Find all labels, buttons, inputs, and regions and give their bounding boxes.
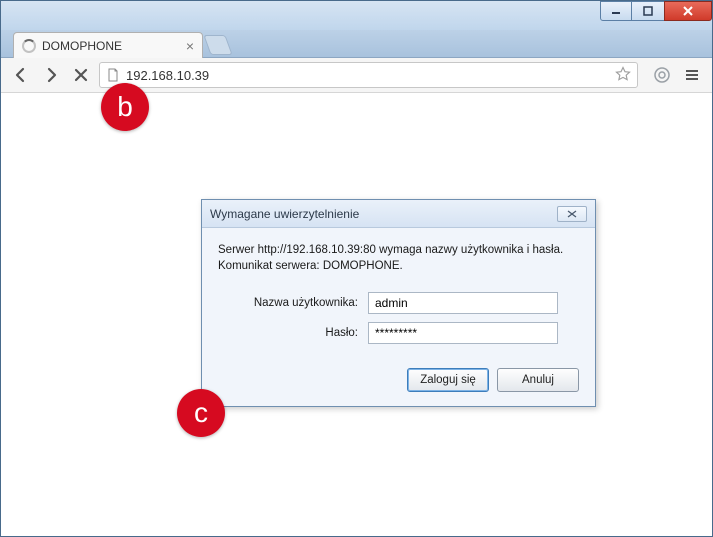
loading-spinner-icon — [22, 39, 36, 53]
password-row: Hasło: — [218, 322, 579, 344]
page-icon — [106, 68, 120, 82]
password-label: Hasło: — [218, 327, 368, 339]
browser-window: DOMOPHONE × 192.168.10.39 — [0, 0, 713, 537]
browser-toolbar: 192.168.10.39 — [1, 58, 712, 93]
stop-reload-button[interactable] — [69, 63, 93, 87]
window-titlebar — [1, 1, 712, 30]
menu-button[interactable] — [680, 63, 704, 87]
annotation-badge-b: b — [101, 83, 149, 131]
window-minimize-button[interactable] — [600, 1, 632, 21]
dialog-button-row: Zaloguj się Anuluj — [202, 358, 595, 406]
dialog-close-button[interactable] — [557, 206, 587, 222]
back-button[interactable] — [9, 63, 33, 87]
forward-button[interactable] — [39, 63, 63, 87]
password-input[interactable] — [368, 322, 558, 344]
cancel-button[interactable]: Anuluj — [497, 368, 579, 392]
url-text: 192.168.10.39 — [126, 68, 209, 83]
auth-dialog: Wymagane uwierzytelnienie Serwer http://… — [201, 199, 596, 407]
annotation-badge-c: c — [177, 389, 225, 437]
new-tab-button[interactable] — [203, 35, 232, 55]
tab-strip: DOMOPHONE × — [1, 30, 712, 58]
login-button[interactable]: Zaloguj się — [407, 368, 489, 392]
dialog-titlebar: Wymagane uwierzytelnienie — [202, 200, 595, 228]
browser-tab[interactable]: DOMOPHONE × — [13, 32, 203, 58]
toolbar-right-icons — [650, 63, 704, 87]
username-row: Nazwa użytkownika: — [218, 292, 579, 314]
extension-icon[interactable] — [650, 63, 674, 87]
dialog-title: Wymagane uwierzytelnienie — [210, 207, 359, 221]
bookmark-star-icon[interactable] — [615, 66, 631, 85]
username-input[interactable] — [368, 292, 558, 314]
tab-title: DOMOPHONE — [42, 39, 186, 53]
dialog-body: Serwer http://192.168.10.39:80 wymaga na… — [202, 228, 595, 358]
window-maximize-button[interactable] — [632, 1, 664, 21]
dialog-message: Serwer http://192.168.10.39:80 wymaga na… — [218, 242, 579, 274]
tab-close-button[interactable]: × — [186, 38, 194, 54]
address-bar[interactable]: 192.168.10.39 — [99, 62, 638, 88]
username-label: Nazwa użytkownika: — [218, 297, 368, 309]
window-close-button[interactable] — [664, 1, 712, 21]
